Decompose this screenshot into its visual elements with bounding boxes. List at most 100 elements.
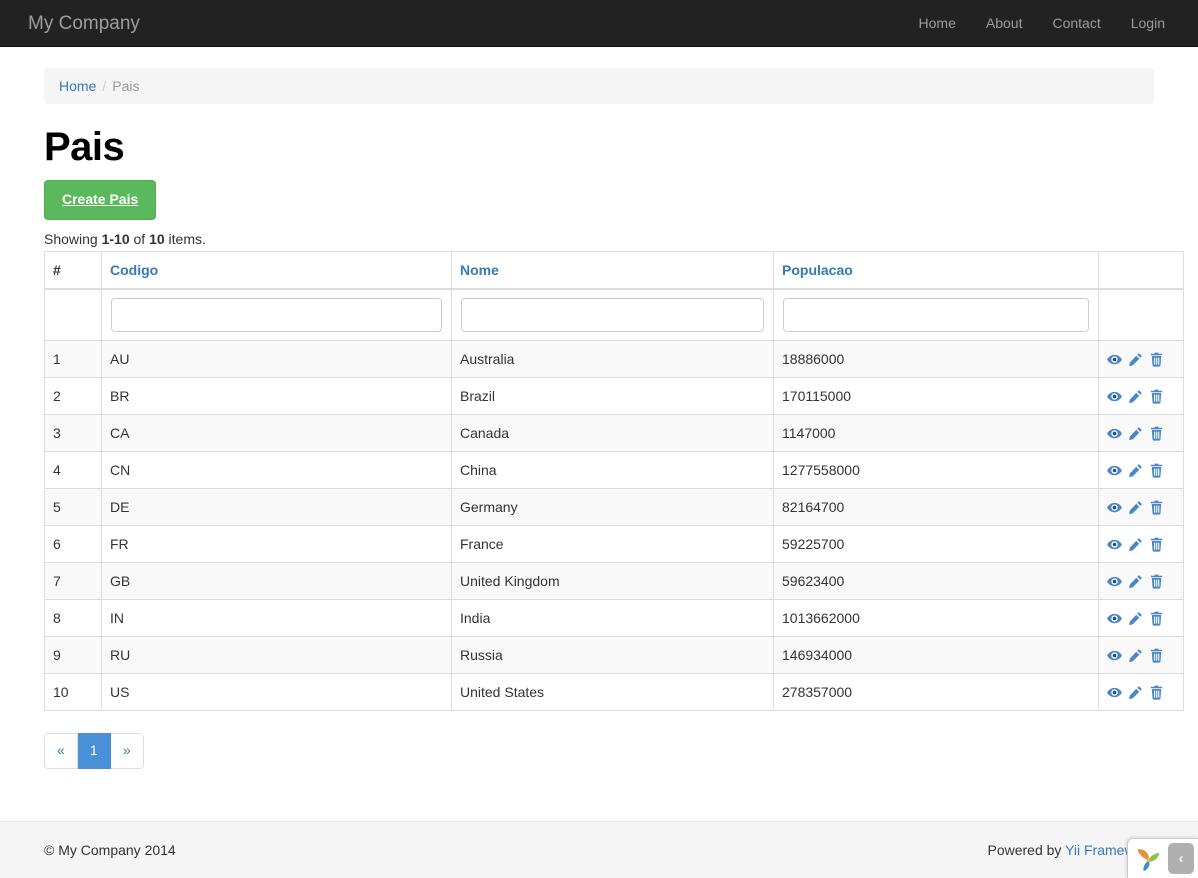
update-icon[interactable] bbox=[1128, 352, 1143, 367]
button-toolbar: Create Pais bbox=[44, 180, 1154, 220]
cell-number: 6 bbox=[45, 526, 102, 563]
nav-link-about[interactable]: About bbox=[971, 0, 1038, 47]
cell-nome: Russia bbox=[452, 637, 774, 674]
delete-icon[interactable] bbox=[1149, 537, 1164, 552]
update-icon[interactable] bbox=[1128, 389, 1143, 404]
summary-prefix: Showing bbox=[44, 231, 102, 247]
page-footer: © My Company 2014 Powered by Yii Framewo… bbox=[0, 821, 1198, 878]
cell-nome: Germany bbox=[452, 489, 774, 526]
grid-summary: Showing 1-10 of 10 items. bbox=[44, 231, 1154, 247]
cell-codigo: CN bbox=[102, 452, 452, 489]
breadcrumb-separator: / bbox=[96, 78, 112, 94]
pagination-next[interactable]: » bbox=[111, 733, 144, 769]
filter-input-codigo[interactable] bbox=[111, 298, 442, 332]
pais-grid-table: # Codigo Nome Populacao bbox=[44, 251, 1184, 712]
summary-range: 1-10 bbox=[102, 231, 130, 247]
breadcrumb-link-home[interactable]: Home bbox=[59, 78, 96, 94]
sort-link-codigo[interactable]: Codigo bbox=[110, 262, 158, 278]
page-root: My Company Home About Contact Login Home… bbox=[0, 0, 1198, 878]
cell-codigo: BR bbox=[102, 378, 452, 415]
cell-populacao: 146934000 bbox=[774, 637, 1099, 674]
delete-icon[interactable] bbox=[1149, 389, 1164, 404]
view-icon[interactable] bbox=[1107, 685, 1122, 700]
cell-nome: China bbox=[452, 452, 774, 489]
grid-header-row: # Codigo Nome Populacao bbox=[45, 251, 1184, 289]
powered-by-text: Powered by bbox=[987, 842, 1065, 858]
sort-link-nome[interactable]: Nome bbox=[460, 262, 499, 278]
top-navbar: My Company Home About Contact Login bbox=[0, 0, 1198, 47]
breadcrumb-item-current: Pais bbox=[112, 78, 139, 94]
cell-actions bbox=[1099, 674, 1184, 711]
cell-number: 10 bbox=[45, 674, 102, 711]
create-pais-button[interactable]: Create Pais bbox=[44, 180, 156, 220]
update-icon[interactable] bbox=[1128, 426, 1143, 441]
filter-cell-nome bbox=[452, 289, 774, 341]
cell-populacao: 170115000 bbox=[774, 378, 1099, 415]
update-icon[interactable] bbox=[1128, 685, 1143, 700]
view-icon[interactable] bbox=[1107, 500, 1122, 515]
cell-number: 2 bbox=[45, 378, 102, 415]
delete-icon[interactable] bbox=[1149, 463, 1164, 478]
pagination-prev[interactable]: « bbox=[44, 733, 78, 769]
delete-icon[interactable] bbox=[1149, 500, 1164, 515]
view-icon[interactable] bbox=[1107, 648, 1122, 663]
update-icon[interactable] bbox=[1128, 463, 1143, 478]
pagination-page-1-item: 1 bbox=[78, 733, 111, 769]
view-icon[interactable] bbox=[1107, 352, 1122, 367]
nav-link-login[interactable]: Login bbox=[1116, 0, 1180, 47]
column-header-nome[interactable]: Nome bbox=[452, 251, 774, 289]
filter-cell-number bbox=[45, 289, 102, 341]
column-header-actions bbox=[1099, 251, 1184, 289]
delete-icon[interactable] bbox=[1149, 352, 1164, 367]
update-icon[interactable] bbox=[1128, 574, 1143, 589]
view-icon[interactable] bbox=[1107, 426, 1122, 441]
cell-actions bbox=[1099, 526, 1184, 563]
delete-icon[interactable] bbox=[1149, 685, 1164, 700]
pagination-prev-item: « bbox=[44, 733, 78, 769]
nav-link-home[interactable]: Home bbox=[904, 0, 971, 47]
delete-icon[interactable] bbox=[1149, 611, 1164, 626]
update-icon[interactable] bbox=[1128, 648, 1143, 663]
view-icon[interactable] bbox=[1107, 611, 1122, 626]
cell-number: 3 bbox=[45, 415, 102, 452]
table-row: 10USUnited States278357000 bbox=[45, 674, 1184, 711]
breadcrumb-item-home[interactable]: Home bbox=[59, 78, 96, 94]
filter-cell-populacao bbox=[774, 289, 1099, 341]
update-icon[interactable] bbox=[1128, 611, 1143, 626]
update-icon[interactable] bbox=[1128, 537, 1143, 552]
nav-link-contact[interactable]: Contact bbox=[1037, 0, 1115, 47]
summary-total: 10 bbox=[149, 231, 165, 247]
cell-actions bbox=[1099, 378, 1184, 415]
delete-icon[interactable] bbox=[1149, 648, 1164, 663]
view-icon[interactable] bbox=[1107, 537, 1122, 552]
filter-input-populacao[interactable] bbox=[783, 298, 1089, 332]
cell-actions bbox=[1099, 452, 1184, 489]
column-header-populacao[interactable]: Populacao bbox=[774, 251, 1099, 289]
cell-populacao: 82164700 bbox=[774, 489, 1099, 526]
cell-number: 9 bbox=[45, 637, 102, 674]
cell-codigo: CA bbox=[102, 415, 452, 452]
cell-number: 5 bbox=[45, 489, 102, 526]
cell-codigo: FR bbox=[102, 526, 452, 563]
navbar-brand[interactable]: My Company bbox=[0, 14, 155, 33]
pagination-page-1[interactable]: 1 bbox=[78, 733, 111, 769]
table-row: 6FRFrance59225700 bbox=[45, 526, 1184, 563]
update-icon[interactable] bbox=[1128, 500, 1143, 515]
delete-icon[interactable] bbox=[1149, 574, 1164, 589]
debug-toolbar-toggle-button[interactable]: ‹ bbox=[1168, 843, 1194, 874]
table-row: 7GBUnited Kingdom59623400 bbox=[45, 563, 1184, 600]
cell-populacao: 1013662000 bbox=[774, 600, 1099, 637]
footer-inner: © My Company 2014 Powered by Yii Framewo… bbox=[29, 828, 1169, 872]
cell-nome: Australia bbox=[452, 341, 774, 378]
main-container: Home / Pais Pais Create Pais Showing 1-1… bbox=[29, 47, 1169, 821]
view-icon[interactable] bbox=[1107, 389, 1122, 404]
summary-middle: of bbox=[130, 231, 149, 247]
sort-link-populacao[interactable]: Populacao bbox=[782, 262, 853, 278]
cell-codigo: GB bbox=[102, 563, 452, 600]
filter-input-nome[interactable] bbox=[461, 298, 764, 332]
view-icon[interactable] bbox=[1107, 574, 1122, 589]
column-header-codigo[interactable]: Codigo bbox=[102, 251, 452, 289]
yii-debug-toolbar[interactable]: ‹ bbox=[1127, 838, 1198, 878]
delete-icon[interactable] bbox=[1149, 426, 1164, 441]
view-icon[interactable] bbox=[1107, 463, 1122, 478]
